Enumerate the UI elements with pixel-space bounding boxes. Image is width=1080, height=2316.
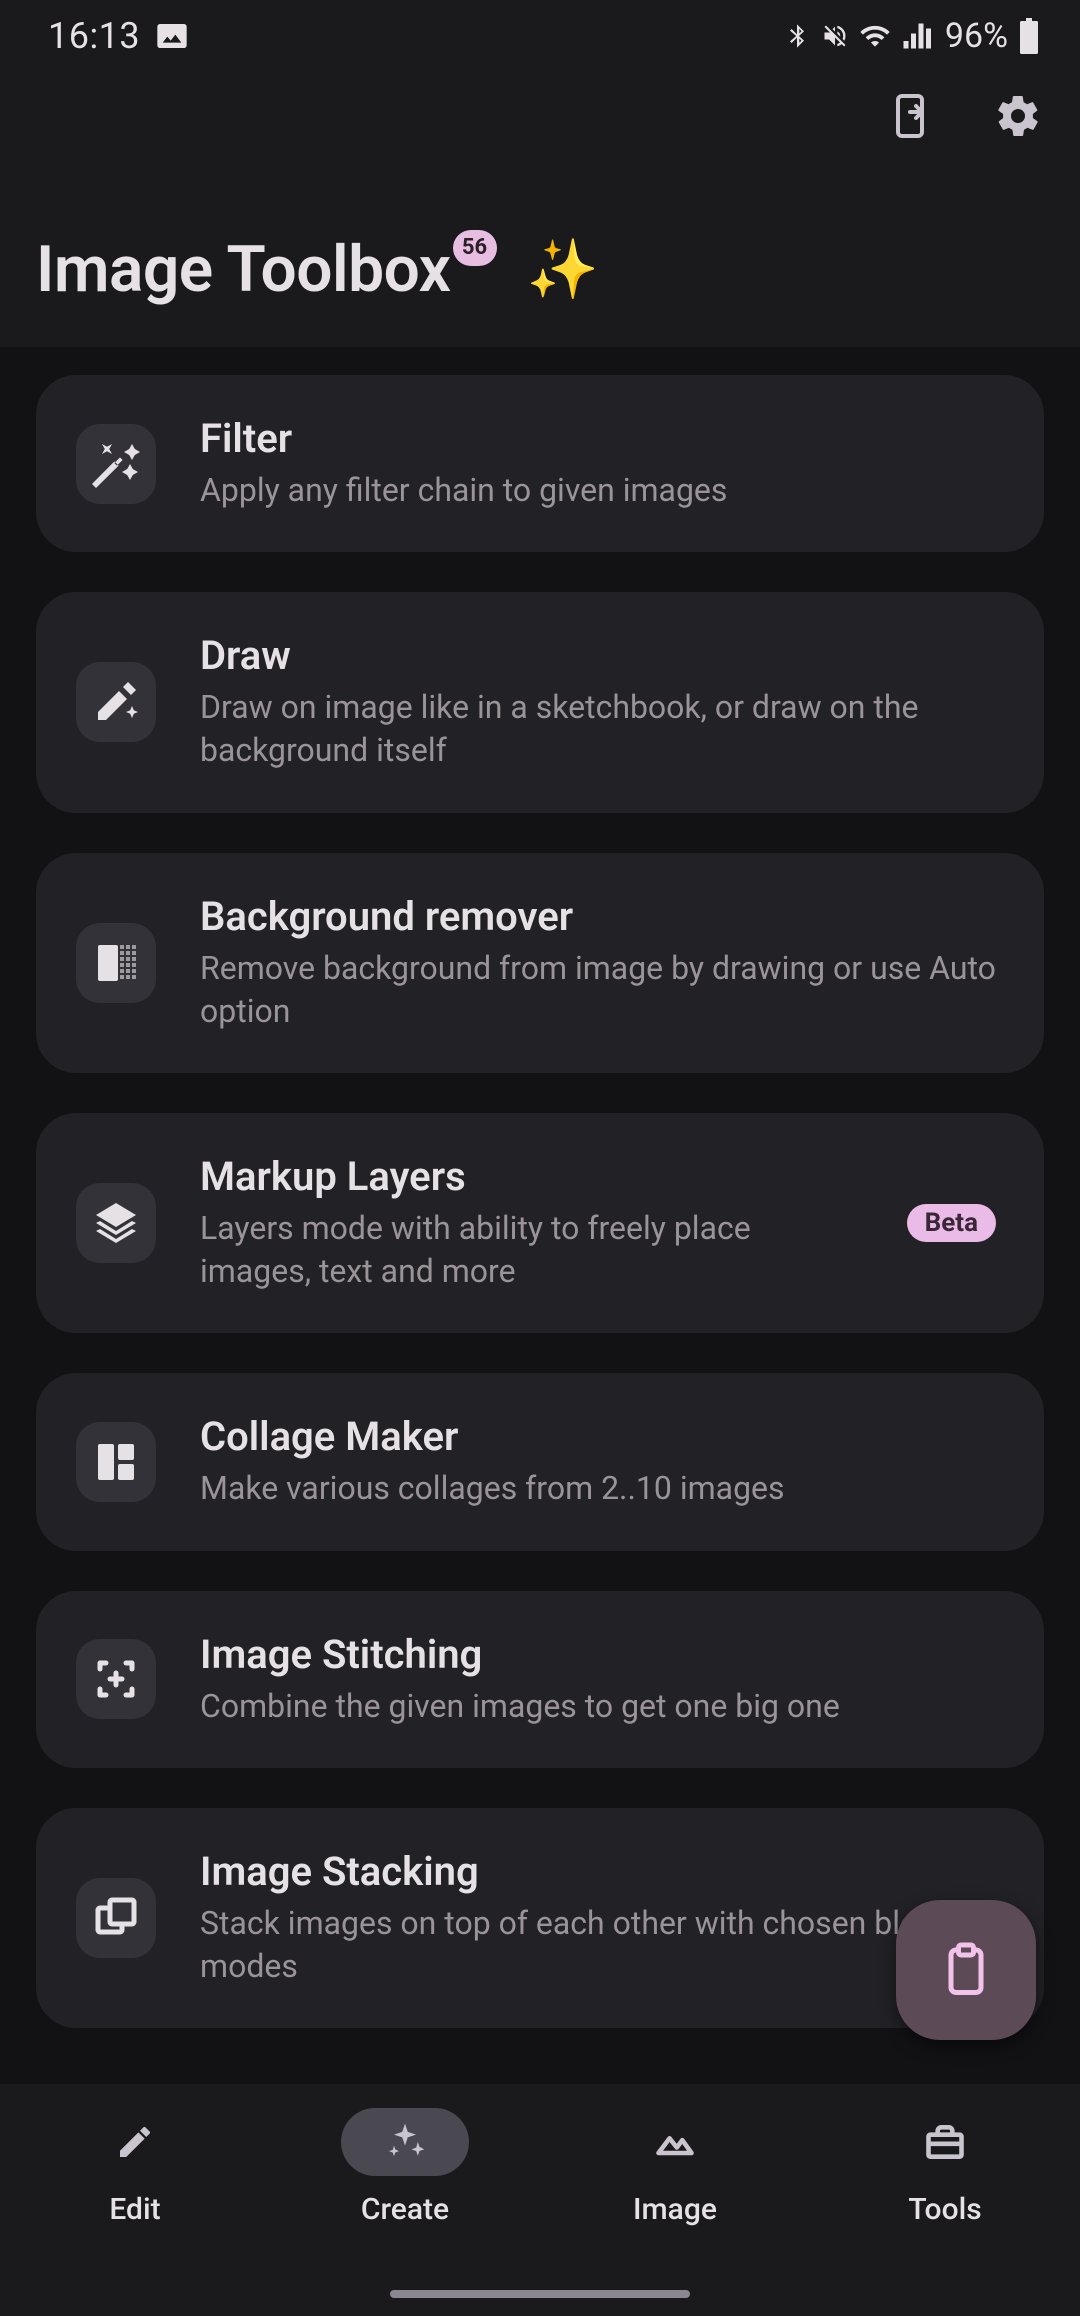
collage-icon bbox=[76, 1422, 156, 1502]
clipboard-fab[interactable] bbox=[896, 1900, 1036, 2040]
card-title: Filter bbox=[200, 415, 996, 463]
export-device-button[interactable] bbox=[884, 90, 936, 142]
status-bar: 16:13 96% bbox=[0, 0, 1080, 72]
stitch-icon bbox=[76, 1639, 156, 1719]
nav-label: Image bbox=[633, 2192, 717, 2227]
nav-label: Edit bbox=[109, 2192, 160, 2227]
magic-wand-icon bbox=[76, 424, 156, 504]
tool-card-collage[interactable]: Collage Maker Make various collages from… bbox=[36, 1373, 1044, 1550]
image-icon bbox=[611, 2108, 739, 2176]
card-title: Image Stitching bbox=[200, 1631, 996, 1679]
card-title: Background remover bbox=[200, 893, 996, 941]
tool-card-filter[interactable]: Filter Apply any filter chain to given i… bbox=[36, 375, 1044, 552]
tool-card-bg-remover[interactable]: Background remover Remove background fro… bbox=[36, 853, 1044, 1073]
beta-badge: Beta bbox=[907, 1204, 996, 1242]
battery-percentage: 96% bbox=[945, 16, 1008, 56]
nav-item-edit[interactable]: Edit bbox=[0, 2108, 270, 2316]
sparkles-icon bbox=[341, 2108, 469, 2176]
layers-icon bbox=[76, 1183, 156, 1263]
tool-card-stitching[interactable]: Image Stitching Combine the given images… bbox=[36, 1591, 1044, 1768]
edit-icon bbox=[71, 2108, 199, 2176]
card-title: Collage Maker bbox=[200, 1413, 996, 1461]
nav-item-create[interactable]: Create bbox=[270, 2108, 540, 2316]
card-title: Markup Layers bbox=[200, 1153, 863, 1201]
gesture-bar bbox=[390, 2290, 690, 2298]
bottom-nav: Edit Create Image Tools bbox=[0, 2084, 1080, 2316]
mute-icon bbox=[821, 22, 849, 50]
card-subtitle: Draw on image like in a sketchbook, or d… bbox=[200, 686, 996, 772]
card-subtitle: Combine the given images to get one big … bbox=[200, 1685, 996, 1728]
tool-count-badge: 56 bbox=[453, 230, 497, 266]
card-title: Draw bbox=[200, 632, 996, 680]
settings-button[interactable] bbox=[992, 90, 1044, 142]
battery-icon bbox=[1018, 18, 1040, 54]
nav-label: Tools bbox=[908, 2192, 981, 2227]
app-title: Image Toolbox bbox=[36, 232, 451, 307]
card-subtitle: Apply any filter chain to given images bbox=[200, 469, 996, 512]
picture-icon bbox=[156, 20, 188, 52]
card-subtitle: Remove background from image by drawing … bbox=[200, 947, 996, 1033]
card-title: Image Stacking bbox=[200, 1848, 996, 1896]
card-subtitle: Make various collages from 2..10 images bbox=[200, 1467, 996, 1510]
background-remove-icon bbox=[76, 923, 156, 1003]
nav-label: Create bbox=[361, 2192, 449, 2227]
bluetooth-icon bbox=[783, 22, 811, 50]
tool-card-draw[interactable]: Draw Draw on image like in a sketchbook,… bbox=[36, 592, 1044, 812]
pencil-sparkle-icon bbox=[76, 662, 156, 742]
wifi-icon bbox=[859, 20, 891, 52]
nav-item-tools[interactable]: Tools bbox=[810, 2108, 1080, 2316]
sparkles-emoji: ✨ bbox=[527, 241, 599, 299]
stack-icon bbox=[76, 1878, 156, 1958]
nav-item-image[interactable]: Image bbox=[540, 2108, 810, 2316]
card-subtitle: Layers mode with ability to freely place… bbox=[200, 1207, 863, 1293]
card-subtitle: Stack images on top of each other with c… bbox=[200, 1902, 996, 1988]
tool-card-markup-layers[interactable]: Markup Layers Layers mode with ability t… bbox=[36, 1113, 1044, 1333]
tool-card-stacking[interactable]: Image Stacking Stack images on top of ea… bbox=[36, 1808, 1044, 2028]
toolbox-icon bbox=[881, 2108, 1009, 2176]
status-time: 16:13 bbox=[48, 15, 140, 57]
app-header: Image Toolbox 56 ✨ bbox=[0, 72, 1080, 347]
signal-icon bbox=[901, 21, 931, 51]
